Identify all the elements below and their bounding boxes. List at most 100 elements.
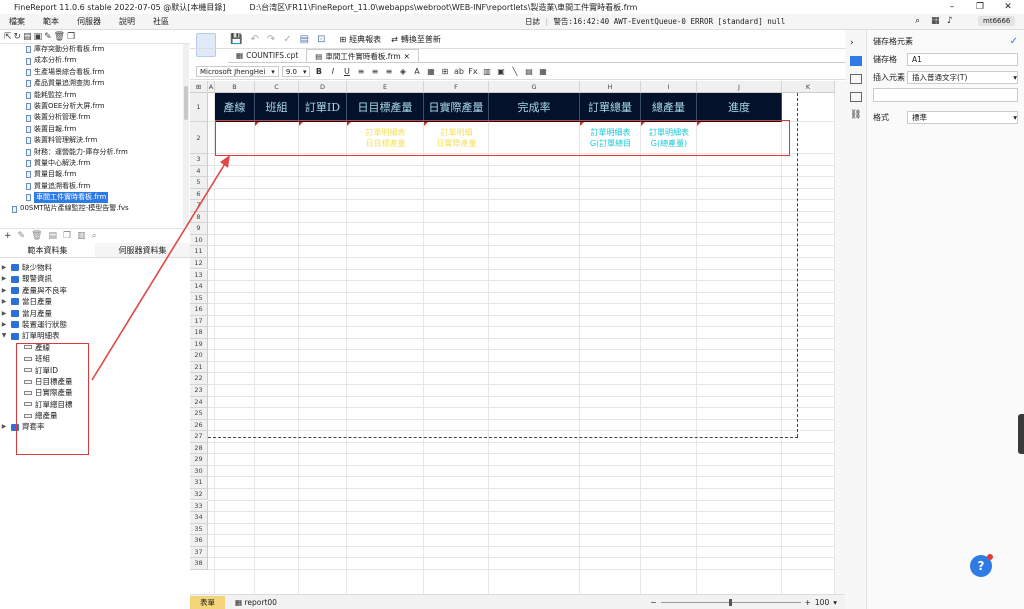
image-icon[interactable]: ▣ [34,32,43,42]
bell-icon[interactable]: ♪ [947,16,953,26]
row-number[interactable]: 5 [190,177,208,189]
column-letter[interactable]: C [255,81,299,93]
chevron-right-icon[interactable]: ▶ [0,296,8,307]
row-number[interactable]: 18 [190,327,208,339]
tree-file[interactable]: 產品質量追溯查詢.frm [0,78,183,89]
chevron-right-icon[interactable]: ▶ [0,273,8,284]
row-number[interactable]: 33 [190,500,208,513]
tab-form[interactable]: 表單 [190,595,225,609]
font-color-icon[interactable]: A [411,67,422,76]
tab-file[interactable]: ▦ COUNTIFS.cpt [228,49,306,62]
tab-server-dataset[interactable]: 伺服器資料集 [95,243,190,257]
row-number[interactable]: 31 [190,477,208,489]
zoom-slider[interactable] [660,598,801,606]
row-number[interactable]: 2 [190,122,208,154]
close-icon[interactable]: ✕ [404,50,410,63]
row-number[interactable]: 35 [190,523,208,536]
tree-file[interactable]: 質量中心解決.frm [0,158,183,169]
row-number[interactable]: 8 [190,211,208,224]
tree-file[interactable]: 裝置料管理解決.frm [0,135,183,146]
align-right-icon[interactable]: ≡ [383,67,394,76]
underline-button[interactable]: U [341,67,352,76]
cell-element-icon[interactable] [850,56,862,66]
chevron-down-icon[interactable]: ▾ [833,598,837,607]
convert-button[interactable]: ⇄ 轉換至普新 [391,34,441,45]
zoom-value[interactable]: 100 [815,598,829,607]
column-letter[interactable]: A [208,81,215,93]
row-number[interactable]: 38 [190,558,208,570]
menu-server[interactable]: 伺服器 [68,16,110,27]
add-icon[interactable]: + [4,231,12,241]
row-number[interactable]: 7 [190,200,208,212]
grid-icon[interactable]: ▦ [537,67,548,76]
text-icon[interactable]: ab [453,67,464,76]
content-input[interactable] [873,88,1018,102]
row-number[interactable]: 22 [190,373,208,385]
tree-file[interactable]: 00SMT貼片產線監控-模型告警.fvs [0,203,183,214]
search-icon[interactable]: ⌕ [915,16,920,26]
menu-help[interactable]: 說明 [110,16,144,27]
chevron-down-icon[interactable]: ▼ [0,330,8,341]
row-number[interactable]: 25 [190,408,208,420]
column-letter[interactable]: D [299,81,347,93]
tab-file-active[interactable]: ▤ 車間工件實時看板.frm ✕ [306,49,419,62]
cell-input[interactable]: A1 [907,52,1018,66]
row-number[interactable]: 16 [190,304,208,316]
row-number[interactable]: 26 [190,419,208,432]
tree-file[interactable]: 裝置OEE分析大屏.frm [0,101,183,112]
border-icon[interactable]: ▦ [425,67,436,76]
column-letter[interactable]: G [489,81,580,93]
subreport-icon[interactable]: ▤ [523,67,534,76]
row-number[interactable]: 28 [190,442,208,455]
header-cell[interactable]: 進度 [697,93,782,122]
widget-icon[interactable] [850,92,862,102]
tree-scrollbar[interactable] [183,44,189,226]
picture-icon[interactable]: ▣ [495,67,506,76]
row-number[interactable]: 19 [190,338,208,351]
cell-attr-icon[interactable] [850,74,862,84]
style-select[interactable]: 標準 ▾ [907,110,1018,124]
chevron-right-icon[interactable]: ▶ [0,308,8,319]
column-letter[interactable]: F [424,81,489,93]
search-icon[interactable]: ⌕ [92,231,97,241]
row-number[interactable]: 10 [190,234,208,247]
classic-report-button[interactable]: ⊞ 經典報表 [339,34,381,45]
column-letter[interactable]: B [215,81,255,93]
row-number[interactable]: 23 [190,385,208,397]
dataset-item-expanded[interactable]: ▼ 訂單明細表 [0,330,190,341]
cut-icon[interactable]: ⊡ [317,34,325,45]
row-number[interactable]: 9 [190,223,208,235]
row-number[interactable]: 14 [190,281,208,293]
zoom-out-button[interactable]: − [650,598,656,607]
log-label[interactable]: 日誌 [525,17,540,26]
font-select[interactable]: Microsoft JhengHei ▾ [196,66,279,77]
tab-template-dataset[interactable]: 範本資料集 [0,243,95,257]
user-badge[interactable]: mt6666 [978,16,1016,26]
row-number[interactable]: 17 [190,315,208,328]
header-cell[interactable]: 訂單ID [299,93,347,122]
insert-select[interactable]: 插入普通文字(T) ▾ [907,70,1018,84]
chart-icon[interactable]: ▥ [481,67,492,76]
grid-icon[interactable]: ▦ [931,16,940,26]
column-letter[interactable]: E [347,81,424,93]
row-number[interactable]: 13 [190,269,208,282]
row-number[interactable]: 12 [190,257,208,270]
column-letter[interactable]: I [641,81,697,93]
maximize-button[interactable]: ❐ [968,0,992,14]
row-number[interactable]: 32 [190,488,208,501]
tree-file[interactable]: 財務：運營能力-庫存分析.frm [0,147,183,158]
menu-template[interactable]: 範本 [34,16,68,27]
copy-icon[interactable]: ❐ [67,32,75,42]
header-cell[interactable]: 產線 [215,93,255,122]
row-number[interactable]: 37 [190,546,208,559]
tree-file[interactable]: 能耗監控.frm [0,90,183,101]
bold-button[interactable]: B [313,67,324,76]
row-number[interactable]: 6 [190,188,208,201]
delete-icon[interactable]: 🗑 [31,231,42,241]
row-number[interactable]: 4 [190,165,208,178]
help-button[interactable]: ? [970,554,993,577]
spreadsheet[interactable]: A B C D E F G H I J K ⊞ 產線 班組 訂單ID 日目標產量 日實際產量 完成率 … [190,81,835,594]
column-letter[interactable]: K [782,81,835,93]
header-cell[interactable]: 班組 [255,93,299,122]
row-number[interactable]: 15 [190,292,208,305]
